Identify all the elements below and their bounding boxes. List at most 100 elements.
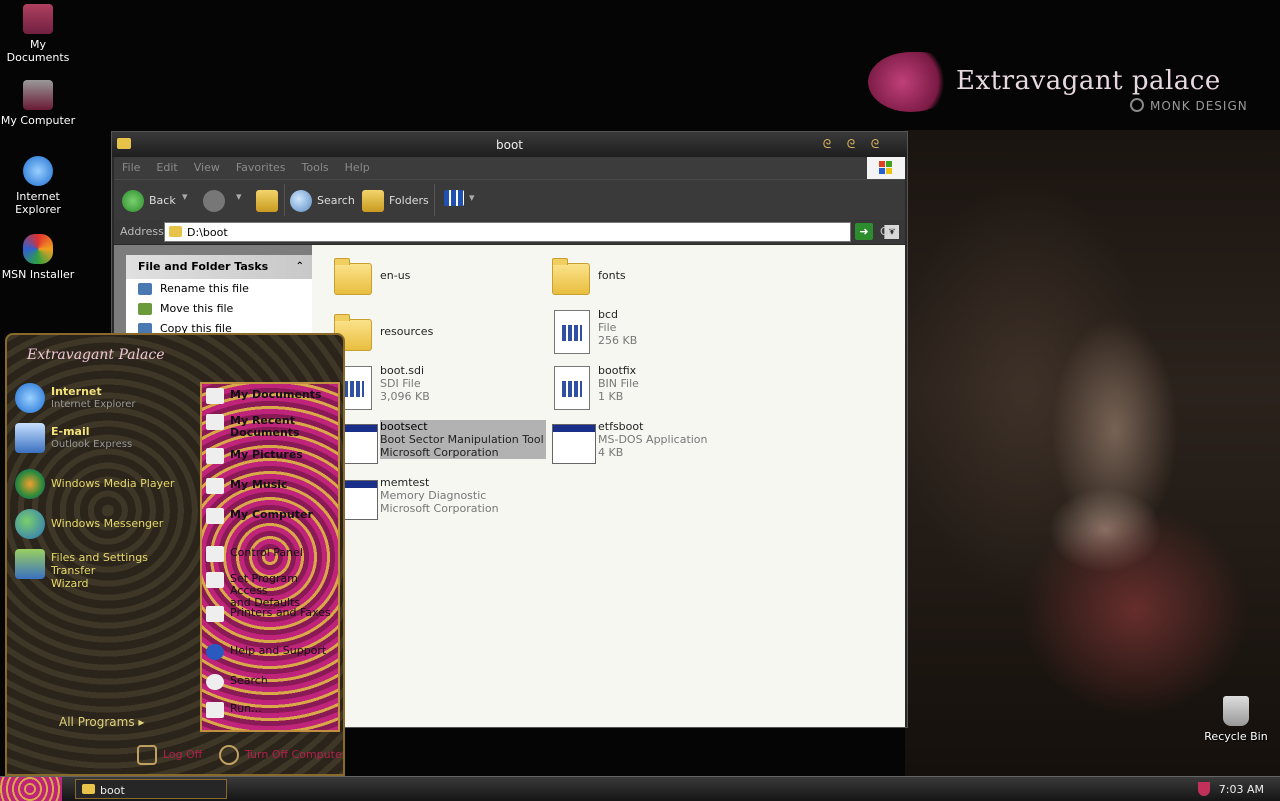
wallpaper-brand: Extravagant palace MONK DESIGN [868,52,1247,122]
go-arrow-icon[interactable]: ➜ [855,223,873,240]
desktop-icon-label: My Computer [0,114,76,127]
file-company: Microsoft Corporation [380,502,499,515]
place-label: My Pictures [230,448,303,461]
file-item-bootsect[interactable]: bootsect Boot Sector Manipulation Tool Mic… [332,420,546,470]
generic-file-icon [550,308,590,354]
file-name: resources [380,325,434,338]
all-programs-button[interactable]: All Programs ▸ [59,715,144,729]
my-music-icon [206,478,224,494]
security-shield-icon[interactable] [1198,782,1210,796]
address-input[interactable]: D:\boot ▼ [164,222,899,242]
menu-favorites[interactable]: Favorites [228,157,294,174]
collapse-chevron-icon[interactable]: ⌃ [296,255,304,279]
clock[interactable]: 7:03 AM [1219,783,1264,796]
forward-dropdown[interactable]: ▾ [236,190,242,203]
menu-edit[interactable]: Edit [148,157,185,174]
start-item-title: Files and Settings Transfer [51,551,148,577]
file-item-en-us[interactable]: en-us [332,255,542,305]
place-printers-faxes[interactable]: Printers and Faxes [206,604,338,624]
file-size: 256 KB [598,334,638,347]
go-button[interactable]: Go [880,225,895,238]
folders-button[interactable]: Folders [362,190,429,212]
back-label: Back [149,194,176,207]
place-label: Search [230,674,268,687]
place-my-pictures[interactable]: My Pictures [206,446,338,466]
search-icon [290,190,312,212]
start-item-email[interactable]: E-mail Outlook Express [15,421,195,455]
place-run[interactable]: Run... [206,700,338,720]
log-off-button[interactable]: Log Off [137,745,202,765]
media-player-icon [15,469,45,499]
maximize-button[interactable]: ᘓ [842,137,860,151]
place-my-music[interactable]: My Music [206,476,338,496]
start-item-transfer-wizard[interactable]: Files and Settings Transfer Wizard [15,547,195,590]
place-help-support[interactable]: Help and Support [206,642,338,662]
up-folder-button[interactable] [256,190,283,212]
start-item-internet[interactable]: Internet Internet Explorer [15,381,195,415]
file-item-bcd[interactable]: bcd File 256 KB [550,308,760,358]
file-name: memtest [380,476,430,489]
turn-off-button[interactable]: Turn Off Computer [219,745,343,765]
back-button[interactable]: Back [122,190,176,212]
start-item-title: Internet [51,385,102,398]
search-button[interactable]: Search [290,190,355,212]
file-name: bcd [598,308,619,321]
file-name: bootsect [380,420,428,433]
file-item-resources[interactable]: resources [332,311,542,361]
task-rename[interactable]: Rename this file [126,279,312,299]
file-item-bootfix[interactable]: bootfix BIN File 1 KB [550,364,760,414]
desktop-icon-internet-explorer[interactable]: Internet Explorer [0,156,76,216]
file-item-boot-sdi[interactable]: boot.sdi SDI File 3,096 KB [332,364,542,414]
desktop-icon-msn-installer[interactable]: MSN Installer [0,234,76,281]
start-item-media-player[interactable]: Windows Media Player [15,467,195,501]
task-label: Move this file [160,302,234,315]
place-program-access[interactable]: Set Program Access and Defaults [206,570,338,609]
start-item-messenger[interactable]: Windows Messenger [15,507,195,541]
place-label: Printers and Faxes [230,606,331,619]
help-icon [206,644,224,660]
file-name: bootfix [598,364,637,377]
place-my-documents[interactable]: My Documents [206,386,338,406]
menu-view[interactable]: View [186,157,228,174]
menu-help[interactable]: Help [337,157,378,174]
place-control-panel[interactable]: Control Panel [206,544,338,564]
arrow-right-icon: ▸ [138,715,145,729]
power-icon [219,745,239,765]
file-item-memtest[interactable]: memtest Memory Diagnostic Microsoft Corpor… [332,476,542,526]
desktop-icon-label: My Documents [6,38,70,64]
desktop-icon-my-computer[interactable]: My Computer [0,80,76,127]
back-dropdown[interactable]: ▾ [182,190,188,203]
search-icon [206,674,224,690]
tasks-header[interactable]: File and Folder Tasks ⌃ [126,255,312,279]
back-arrow-icon [122,190,144,212]
file-name: en-us [380,269,411,282]
close-button[interactable]: ᘓ [866,137,884,151]
start-menu-places: My Documents My Recent Documents My Pictu… [200,382,340,732]
views-button[interactable]: ▾ [444,190,475,206]
search-label: Search [317,194,355,207]
folders-icon [362,190,384,212]
title-bar[interactable]: boot ᘓ ᘓ ᘓ [112,132,907,157]
msn-butterfly-icon [23,234,53,264]
place-my-computer[interactable]: My Computer [206,506,338,526]
desktop-icon-my-documents[interactable]: My Documents [0,4,76,64]
file-name: boot.sdi [380,364,425,377]
minimize-button[interactable]: ᘓ [818,137,836,151]
menu-tools[interactable]: Tools [294,157,337,174]
file-item-etfsboot[interactable]: etfsboot MS-DOS Application 4 KB [550,420,760,470]
file-item-fonts[interactable]: fonts [550,255,760,305]
taskbar-button-boot[interactable]: boot [75,779,227,799]
file-type: MS-DOS Application [598,433,708,446]
start-button[interactable] [0,777,62,801]
place-my-recent-documents[interactable]: My Recent Documents [206,412,338,442]
folders-label: Folders [389,194,429,207]
internet-explorer-icon [23,156,53,186]
windows-logo-icon [867,157,905,179]
forward-button[interactable] [203,190,230,212]
desktop-icon-recycle-bin[interactable]: Recycle Bin [1198,696,1274,743]
menu-file[interactable]: File [114,157,148,174]
task-move[interactable]: Move this file [126,299,312,319]
file-size: 1 KB [598,390,624,403]
place-search[interactable]: Search [206,672,338,692]
start-item-sub: Internet Explorer [51,399,136,410]
